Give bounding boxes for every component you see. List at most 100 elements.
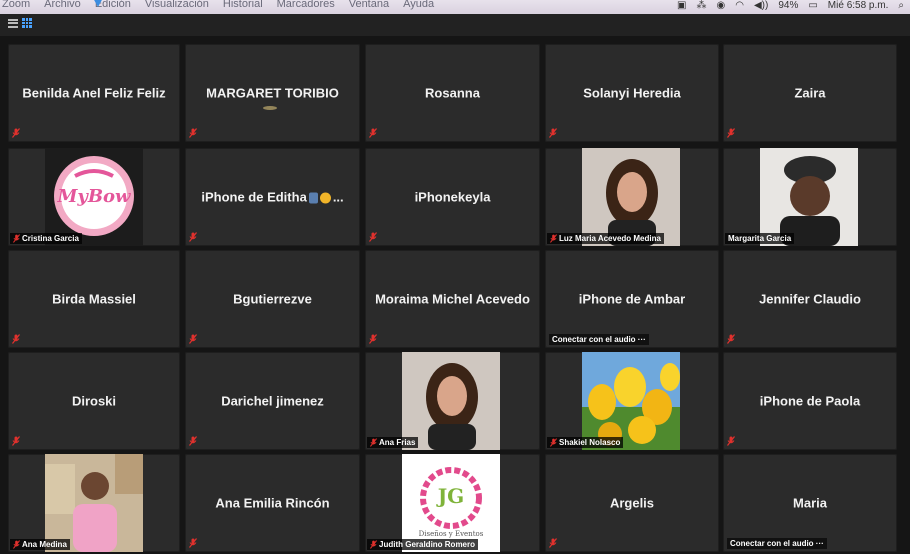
muted-mic-icon <box>12 436 20 446</box>
participant-tile[interactable]: Ana Emilia Rincón <box>185 454 360 552</box>
participant-tile[interactable]: iPhonekeyla <box>365 148 540 246</box>
connect-audio-label: Conectar con el audio ··· <box>727 538 827 549</box>
participant-name-text: Darichel jimenez <box>221 393 324 409</box>
menu-item[interactable]: Ayuda <box>403 0 434 10</box>
status-icon[interactable]: ⁂ <box>697 1 707 11</box>
participant-label: Ana Frias <box>367 437 419 448</box>
logo-subtext: Diseños y Eventos <box>418 530 484 538</box>
participant-name: Birda Massiel <box>8 292 180 307</box>
battery-icon[interactable]: ▭ <box>808 1 817 11</box>
participant-label: Judith Geraldino Romero <box>367 539 479 550</box>
clock[interactable]: Mié 6:58 p.m. <box>828 1 889 11</box>
participant-name: iPhone de Paola <box>723 394 897 409</box>
participant-tile[interactable]: Rosanna <box>365 44 540 142</box>
participant-tile[interactable]: JG Diseños y Eventos Judith Geraldino Rome… <box>365 454 540 552</box>
participant-name-text: Diroski <box>71 393 117 409</box>
participant-tile[interactable]: Jennifer Claudio <box>723 250 897 348</box>
participant-tile[interactable]: Margarita Garcia <box>723 148 897 246</box>
participant-tile[interactable]: iPhone de Ambar Conectar con el audio ··· <box>545 250 719 348</box>
muted-mic-icon <box>189 538 197 548</box>
menu-item[interactable]: Visualización <box>145 0 209 10</box>
participant-tile[interactable]: Zaira <box>723 44 897 142</box>
menu-item[interactable]: Archivo <box>44 0 81 10</box>
participant-tile[interactable]: MARGARET TORIBIO <box>185 44 360 142</box>
menu-item[interactable]: Historial <box>223 0 263 10</box>
spotlight-search-icon[interactable]: ⌕ <box>898 1 904 11</box>
participant-name-text: iPhonekeyla <box>414 189 491 205</box>
muted-mic-icon <box>549 538 557 548</box>
gallery-view-icon[interactable] <box>22 18 32 28</box>
muted-mic-icon <box>370 438 377 447</box>
participant-name-text: Ana Medina <box>22 540 67 549</box>
wifi-icon[interactable]: ◠ <box>735 1 744 11</box>
muted-mic-icon <box>189 232 197 242</box>
name-ellipsis: ... <box>332 189 344 205</box>
participant-label: Luz Maria Acevedo Medina <box>547 233 664 244</box>
participant-name-text: Luz Maria Acevedo Medina <box>559 234 661 243</box>
participant-name: iPhone de Ambar <box>545 292 719 307</box>
participant-name-text: Solanyi Heredia <box>583 85 681 101</box>
participant-tile[interactable]: Bgutierrezve <box>185 250 360 348</box>
tulips-photo <box>582 352 680 450</box>
participant-name-text: Margarita Garcia <box>728 234 792 243</box>
participant-tile[interactable]: Diroski <box>8 352 180 450</box>
muted-mic-icon <box>727 334 735 344</box>
participant-name: Benilda Anel Feliz Feliz <box>8 86 180 101</box>
menu-status-area: ▣ ⁂ ◉ ◠ ◀)) 94% ▭ Mié 6:58 p.m. ⌕ <box>677 1 904 11</box>
participant-tile[interactable]: Luz Maria Acevedo Medina <box>545 148 719 246</box>
woman-photo <box>402 352 500 450</box>
gallery-view: Benilda Anel Feliz Feliz MARGARET TORIBIO… <box>0 38 910 554</box>
participant-tile[interactable]: iPhone de Paola <box>723 352 897 450</box>
nurse-photo <box>45 454 143 552</box>
participant-tile[interactable]: Shakiel Nolasco <box>545 352 719 450</box>
menu-item[interactable]: Ventana <box>349 0 389 10</box>
zoom-window: Zoom Archivo Edición Visualización Histo… <box>0 0 910 554</box>
participant-name: Jennifer Claudio <box>723 292 897 307</box>
menu-item[interactable]: Zoom <box>2 0 30 10</box>
muted-mic-icon <box>189 128 197 138</box>
participant-name-text: Cristina Garcia <box>22 234 79 243</box>
participant-name-text: Shakiel Nolasco <box>559 438 621 447</box>
battery-percent[interactable]: 94% <box>778 1 798 11</box>
participant-name: Darichel jimenez <box>185 394 360 409</box>
muted-mic-icon <box>549 128 557 138</box>
participant-name-text: Rosanna <box>425 85 480 101</box>
participant-name-text: iPhone de Paola <box>759 393 861 409</box>
participant-tile[interactable]: MyBow Cristina Garcia <box>8 148 180 246</box>
participant-name: Maria <box>723 496 897 511</box>
status-icon[interactable]: ◉ <box>717 1 726 11</box>
participant-tile[interactable]: Darichel jimenez <box>185 352 360 450</box>
participant-name-text: Judith Geraldino Romero <box>379 540 476 549</box>
participant-tile[interactable]: Benilda Anel Feliz Feliz <box>8 44 180 142</box>
muted-mic-icon <box>13 540 20 549</box>
woman-cap-photo <box>760 148 858 246</box>
jg-logo: JG Diseños y Eventos <box>402 454 500 552</box>
logo-text: MyBow <box>57 186 131 207</box>
mybow-logo: MyBow <box>45 148 143 246</box>
participant-tile[interactable]: Argelis <box>545 454 719 552</box>
participant-tile[interactable]: Maria Conectar con el audio ··· <box>723 454 897 552</box>
participant-name: Ana Emilia Rincón <box>185 496 360 511</box>
menu-item[interactable]: Marcadores <box>277 0 335 10</box>
participant-tile[interactable]: Moraima Michel Acevedo <box>365 250 540 348</box>
participant-name: Argelis <box>545 496 719 511</box>
participant-tile[interactable]: Ana Medina <box>8 454 180 552</box>
participant-name-text: iPhone de Ambar <box>578 291 686 307</box>
participant-tile[interactable]: Ana Frias <box>365 352 540 450</box>
participant-name-text: Zaira <box>794 85 826 101</box>
muted-mic-icon <box>13 234 20 243</box>
participant-label: Cristina Garcia <box>10 233 82 244</box>
screen-glare <box>263 106 277 110</box>
volume-icon[interactable]: ◀)) <box>754 1 768 11</box>
participant-tile[interactable]: iPhone de Editha... <box>185 148 360 246</box>
participant-label: Shakiel Nolasco <box>547 437 624 448</box>
participant-label: Ana Medina <box>10 539 70 550</box>
muted-mic-icon <box>369 128 377 138</box>
speaker-view-icon[interactable] <box>8 18 18 28</box>
participant-name: iPhone de Editha... <box>185 190 360 205</box>
participant-tile[interactable]: Birda Massiel <box>8 250 180 348</box>
muted-mic-icon <box>189 436 197 446</box>
participant-tile[interactable]: Solanyi Heredia <box>545 44 719 142</box>
zoom-status-icon[interactable]: ▣ <box>677 1 686 11</box>
participant-name-text: Jennifer Claudio <box>759 291 861 307</box>
